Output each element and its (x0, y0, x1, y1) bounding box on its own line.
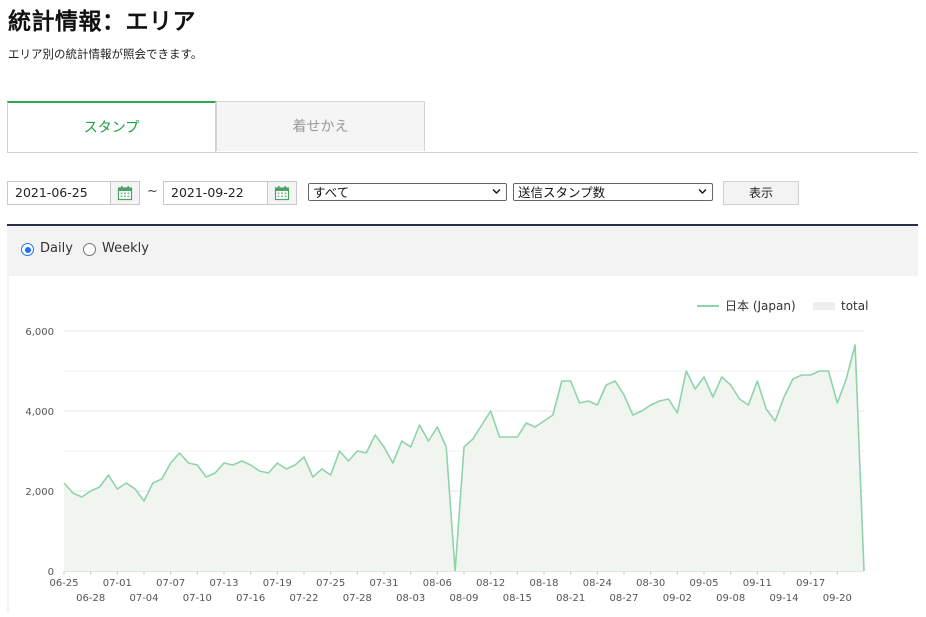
page-description: エリア別の統計情報が照会できます。 (8, 47, 203, 61)
x-tick-label: 09-20 (823, 593, 852, 604)
y-tick-label: 4,000 (25, 407, 54, 418)
x-tick-label: 08-18 (529, 578, 558, 589)
radio-weekly-button[interactable] (83, 243, 96, 256)
metric-select[interactable]: 送信スタンプ数 (513, 183, 713, 201)
radio-daily[interactable]: Daily (21, 241, 81, 259)
x-tick-label: 09-02 (663, 593, 692, 604)
date-range-separator: ~ (147, 184, 158, 199)
x-tick-label: 07-16 (236, 593, 265, 604)
page-title: 統計情報：エリア (8, 9, 196, 35)
legend-total-label[interactable]: total (841, 299, 868, 313)
x-tick-label: 06-25 (49, 578, 78, 589)
x-tick-label: 08-03 (396, 593, 425, 604)
radio-weekly[interactable]: Weekly (83, 241, 163, 259)
x-tick-label: 08-27 (609, 593, 638, 604)
tab-stamp[interactable]: スタンプ (7, 101, 216, 152)
x-tick-label: 08-12 (476, 578, 505, 589)
y-tick-label: 0 (48, 567, 54, 578)
x-tick-label: 07-25 (316, 578, 345, 589)
x-tick-label: 07-01 (103, 578, 132, 589)
x-tick-label: 09-11 (743, 578, 772, 589)
x-tick-label: 08-06 (423, 578, 452, 589)
chart-panel: Daily Weekly 0 2,000 4,000 6,000 06-25 06-28… (7, 226, 918, 613)
x-tick-label: 09-08 (716, 593, 745, 604)
x-tick-label: 09-17 (796, 578, 825, 589)
metric-select-value: 送信スタンプ数 (518, 185, 606, 200)
x-tick-label: 08-21 (556, 593, 585, 604)
x-tick-label: 09-05 (689, 578, 718, 589)
y-tick-label: 2,000 (25, 487, 54, 498)
x-tick-label: 09-14 (769, 593, 798, 604)
tab-bar: スタンプ 着せかえ (7, 101, 918, 153)
radio-daily-button[interactable] (21, 243, 34, 256)
calendar-icon (274, 186, 290, 201)
x-tick-label: 06-28 (76, 593, 105, 604)
x-tick-label: 08-09 (449, 593, 478, 604)
x-tick-label: 07-10 (183, 593, 212, 604)
x-tick-label: 07-07 (156, 578, 185, 589)
show-button[interactable]: 表示 (723, 181, 799, 205)
x-tick-label: 07-19 (263, 578, 292, 589)
area-select[interactable]: すべて (308, 183, 507, 201)
legend-japan-label[interactable]: 日本 (Japan) (725, 299, 796, 313)
radio-weekly-label: Weekly (102, 241, 149, 256)
x-tick-label: 07-04 (129, 593, 158, 604)
x-tick-label: 08-15 (503, 593, 532, 604)
start-calendar-button[interactable] (110, 181, 140, 205)
radio-daily-label: Daily (40, 241, 73, 256)
tab-theme[interactable]: 着せかえ (216, 101, 425, 151)
area-select-value: すべて (313, 185, 350, 200)
chart-area: 0 2,000 4,000 6,000 06-25 06-28 07-01 07-04 07-… (9, 276, 918, 613)
line-chart: 0 2,000 4,000 6,000 06-25 06-28 07-01 07-04 07-… (25, 299, 868, 604)
y-tick-label: 6,000 (25, 327, 54, 338)
chevron-down-icon (698, 189, 707, 194)
end-date-input[interactable]: 2021-09-22 (163, 181, 273, 205)
x-tick-label: 07-22 (289, 593, 318, 604)
calendar-icon (117, 186, 133, 201)
x-tick-label: 07-13 (209, 578, 238, 589)
legend-total-swatch (813, 302, 835, 310)
end-calendar-button[interactable] (267, 181, 297, 205)
x-tick-label: 08-30 (636, 578, 665, 589)
chevron-down-icon (492, 189, 501, 194)
x-tick-label: 07-28 (343, 593, 372, 604)
start-date-input[interactable]: 2021-06-25 (7, 181, 117, 205)
x-tick-label: 08-24 (583, 578, 612, 589)
x-tick-label: 07-31 (369, 578, 398, 589)
